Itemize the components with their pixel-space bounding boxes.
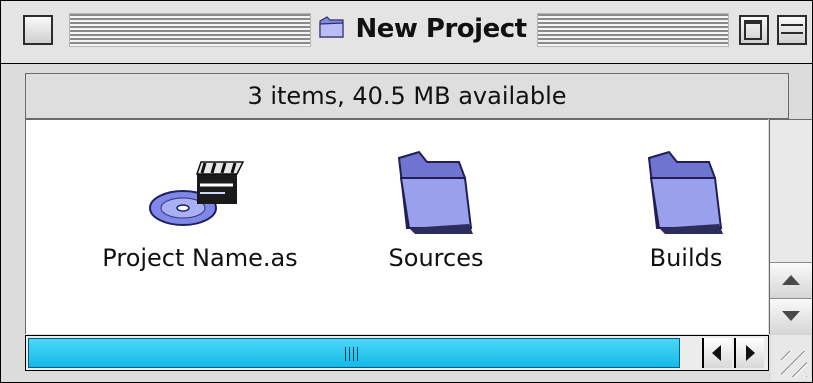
scroll-up-button[interactable] (770, 262, 812, 299)
arrow-up-icon (782, 275, 800, 285)
scroll-left-button[interactable] (702, 338, 732, 368)
folder-label: Sources (388, 244, 484, 272)
window-title: New Project (311, 9, 533, 49)
finder-window: New Project 3 items, 40.5 MB available P… (0, 0, 813, 383)
grip-lines-icon (345, 347, 361, 361)
scroll-down-button[interactable] (770, 298, 812, 335)
horizontal-scrollbar[interactable] (25, 335, 769, 371)
close-box-button[interactable] (23, 15, 53, 45)
title-bar[interactable]: New Project (1, 1, 812, 64)
folder-label: Builds (649, 244, 723, 272)
resize-grip-icon[interactable] (771, 335, 811, 381)
cd-clapperboard-icon (145, 148, 255, 240)
horizontal-scroll-thumb[interactable] (28, 338, 680, 368)
title-stripes-left (69, 13, 311, 47)
status-text: 3 items, 40.5 MB available (247, 82, 567, 110)
zoom-box-button[interactable] (739, 15, 769, 45)
window-title-text: New Project (355, 14, 527, 44)
folder-item-builds[interactable]: Builds (606, 120, 766, 272)
arrow-left-icon (712, 345, 721, 361)
file-label: Project Name.as (102, 244, 298, 272)
collapse-box-button[interactable] (777, 15, 807, 45)
scroll-right-button[interactable] (734, 338, 764, 368)
folder-icon (631, 148, 741, 240)
title-stripes-right (537, 13, 729, 47)
arrow-right-icon (746, 345, 755, 361)
folder-content-area[interactable]: Project Name.as Sources Builds (25, 119, 768, 334)
folder-icon (381, 148, 491, 240)
status-header: 3 items, 40.5 MB available (25, 73, 789, 119)
folder-item-sources[interactable]: Sources (356, 120, 516, 272)
folder-icon (317, 12, 347, 46)
arrow-down-icon (782, 311, 800, 321)
vertical-scrollbar[interactable] (769, 119, 812, 335)
file-item-project[interactable]: Project Name.as (80, 120, 320, 272)
